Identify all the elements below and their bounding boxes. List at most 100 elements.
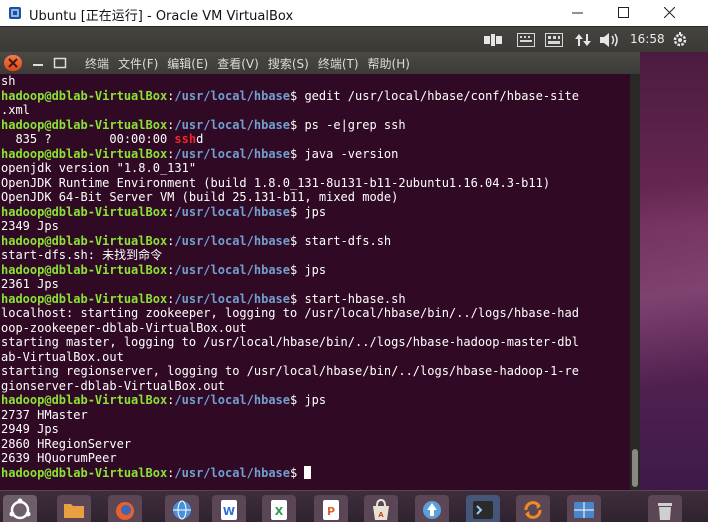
dock-item-trash[interactable] <box>648 495 682 522</box>
output-text: start-dfs.sh: 未找到命令 <box>1 248 163 262</box>
close-button[interactable] <box>646 0 692 25</box>
prompt-symbol: $ <box>290 291 305 306</box>
prompt-symbol: $ <box>290 88 305 103</box>
menu-item-1[interactable]: 文件(F) <box>118 55 158 72</box>
terminal-line: 2349 Jps <box>1 219 630 234</box>
prompt-path: /usr/local/hbase <box>174 88 290 103</box>
terminal-output[interactable]: sh hadoop@dblab-VirtualBox:/usr/local/hba… <box>0 74 630 490</box>
terminal-line: localhost: starting zookeeper, logging t… <box>1 306 630 321</box>
input-method-grid-icon[interactable] <box>545 32 563 48</box>
prompt-path: /usr/local/hbase <box>174 291 290 306</box>
dock-item-ubuntu-dash[interactable] <box>3 495 37 522</box>
output-text: .xml <box>1 103 30 117</box>
volume-icon[interactable] <box>600 32 620 48</box>
terminal-maximize-button[interactable] <box>51 55 69 71</box>
dock-item-wps-writer[interactable]: W <box>212 495 246 522</box>
dock-item-wps-presentation[interactable]: P <box>314 495 348 522</box>
prompt-symbol: $ <box>290 262 305 277</box>
terminal-line: 2949 Jps <box>1 422 630 437</box>
terminal-minimize-button[interactable] <box>29 55 47 71</box>
command-text: start-dfs.sh <box>304 233 392 248</box>
terminal-line: oop-zookeeper-dblab-VirtualBox.out <box>1 321 630 336</box>
dock-item-firefox[interactable] <box>108 495 142 522</box>
command-text: java -version <box>304 146 399 161</box>
dock-item-update-manager[interactable] <box>415 495 449 522</box>
maximize-button[interactable] <box>600 0 646 25</box>
keyboard-layout-icon[interactable] <box>484 32 502 48</box>
svg-text:P: P <box>327 505 335 518</box>
network-updown-icon[interactable] <box>575 32 591 48</box>
prompt-user: hadoop@dblab-VirtualBox <box>1 393 168 407</box>
dock-item-terminal[interactable] <box>466 495 500 522</box>
input-method-icon[interactable] <box>517 32 535 48</box>
minimize-icon <box>33 64 43 66</box>
prompt-symbol: $ <box>290 204 305 219</box>
command-text: ps -e|grep ssh <box>304 117 406 132</box>
prompt-symbol: $ <box>290 393 305 407</box>
minimize-icon <box>571 12 583 14</box>
menu-item-5[interactable]: 终端(T) <box>318 55 359 72</box>
terminal-close-button[interactable] <box>4 55 22 71</box>
output-text: starting regionserver, logging to /usr/l… <box>1 364 579 378</box>
command-text: start-hbase.sh <box>304 291 406 306</box>
terminal-line: ab-VirtualBox.out <box>1 350 630 365</box>
dock-item-workspace-switcher[interactable] <box>567 495 601 522</box>
minimize-button[interactable] <box>554 0 600 25</box>
terminal-line: hadoop@dblab-VirtualBox:/usr/local/hbase… <box>1 465 630 481</box>
prompt-symbol: $ <box>290 465 305 480</box>
prompt-path: /usr/local/hbase <box>174 393 290 407</box>
close-icon <box>663 7 675 18</box>
output-text: localhost: starting zookeeper, logging t… <box>1 306 579 320</box>
command-text: jps <box>304 262 327 277</box>
terminal-line: gionserver-dblab-VirtualBox.out <box>1 379 630 394</box>
host-window-titlebar[interactable]: Ubuntu [正在运行] - Oracle VM VirtualBox <box>0 0 708 25</box>
firefox-icon <box>116 502 134 520</box>
software-center-bag-icon: A <box>373 498 389 520</box>
terminal-window[interactable]: 终端 文件(F) 编辑(E) 查看(V) 搜索(S) 终端(T) 帮助(H) sh hadoo… <box>0 52 640 490</box>
terminal-icon <box>473 501 493 519</box>
panel-clock[interactable]: 16:58 <box>630 32 665 46</box>
prompt-user: hadoop@dblab-VirtualBox <box>1 262 168 277</box>
workspace-switcher-icon <box>574 502 594 518</box>
menu-item-3[interactable]: 查看(V) <box>217 55 259 72</box>
terminal-titlebar[interactable]: 终端 文件(F) 编辑(E) 查看(V) 搜索(S) 终端(T) 帮助(H) <box>0 52 640 74</box>
terminal-line: .xml <box>1 103 630 118</box>
terminal-line: openjdk version "1.8.0_131" <box>1 161 630 176</box>
output-text: OpenJDK Runtime Environment (build 1.8.0… <box>1 175 551 190</box>
prompt-path: /usr/local/hbase <box>174 233 290 248</box>
prompt-user: hadoop@dblab-VirtualBox <box>1 146 168 161</box>
menu-item-2[interactable]: 编辑(E) <box>167 55 208 72</box>
menu-item-6[interactable]: 帮助(H) <box>368 55 410 72</box>
command-text: jps <box>304 393 327 407</box>
settings-gear-icon[interactable] <box>672 32 688 48</box>
output-text: 2737 HMaster <box>1 407 88 422</box>
files-folder-icon <box>64 504 84 518</box>
dock-item-software-center-bag[interactable]: A <box>364 495 398 522</box>
dock-item-browser-globe[interactable] <box>165 495 199 522</box>
ps-output: 835 ? 00:00:00 <box>1 132 175 146</box>
terminal-scrollbar-thumb[interactable] <box>632 449 638 487</box>
terminal-line: start-dfs.sh: 未找到命令 <box>1 248 630 263</box>
host-window-title: Ubuntu [正在运行] - Oracle VM VirtualBox <box>29 9 294 24</box>
wps-writer-icon: W <box>221 500 237 520</box>
terminal-scrollbar[interactable] <box>630 74 640 490</box>
output-text: starting master, logging to /usr/local/h… <box>1 335 579 349</box>
terminal-line: hadoop@dblab-VirtualBox:/usr/local/hbase… <box>1 263 630 278</box>
terminal-line: starting regionserver, logging to /usr/l… <box>1 364 630 379</box>
dock-item-wps-spreadsheet[interactable]: X <box>262 495 296 522</box>
dock-item-files-folder[interactable] <box>57 495 91 522</box>
dock-item-sync-refresh[interactable] <box>516 495 550 522</box>
output-text: 2860 HRegionServer <box>1 436 132 451</box>
prompt-user: hadoop@dblab-VirtualBox <box>1 117 168 132</box>
browser-globe-icon <box>173 500 191 520</box>
menu-item-4[interactable]: 搜索(S) <box>268 55 309 72</box>
menu-item-0[interactable]: 终端 <box>85 55 109 72</box>
prompt-symbol: $ <box>290 117 305 132</box>
terminal-line: hadoop@dblab-VirtualBox:/usr/local/hbase… <box>1 393 630 408</box>
prompt-symbol: $ <box>290 146 305 161</box>
terminal-menubar: 终端 文件(F) 编辑(E) 查看(V) 搜索(S) 终端(T) 帮助(H) <box>85 55 419 72</box>
output-text: 2639 HQuorumPeer <box>1 451 117 465</box>
prompt-user: hadoop@dblab-VirtualBox <box>1 291 168 306</box>
output-text: openjdk version "1.8.0_131" <box>1 161 197 175</box>
output-text: oop-zookeeper-dblab-VirtualBox.out <box>1 320 247 335</box>
